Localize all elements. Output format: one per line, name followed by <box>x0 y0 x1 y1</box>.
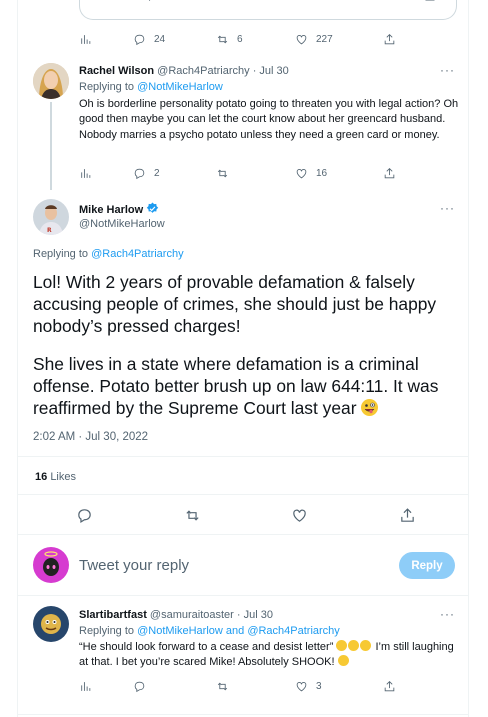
heart-icon <box>293 509 307 522</box>
author-handle[interactable]: @NotMikeHarlow <box>79 218 165 230</box>
like-count: 3 <box>316 680 322 692</box>
analytics-icon[interactable] <box>79 33 133 46</box>
reply-icon <box>78 509 91 523</box>
like-button[interactable] <box>291 507 308 529</box>
retweet-button[interactable] <box>184 507 201 529</box>
retweet-count: 6 <box>237 33 243 45</box>
heart-icon <box>296 168 307 178</box>
main-tweet-actions <box>76 507 416 529</box>
likes-count: 16 <box>35 471 48 483</box>
main-tweet-text-p1: Lol! With 2 years of provable defamation… <box>33 272 437 336</box>
author-name[interactable]: Rachel Wilson <box>79 65 154 77</box>
analytics-icon[interactable] <box>79 167 133 180</box>
likes-label: Likes <box>50 471 76 483</box>
replying-prefix: Replying to <box>79 81 138 93</box>
reply-icon[interactable] <box>146 0 158 5</box>
divider <box>17 714 469 715</box>
slarti-tweet-actions: 3 <box>79 678 399 694</box>
tweet-time[interactable]: · Jul 30 <box>237 609 273 621</box>
author-handle[interactable]: @Rach4Patriarchy <box>157 65 249 77</box>
tweet-header: Rachel Wilson @Rach4Patriarchy · Jul 30 <box>79 64 289 78</box>
author-handle[interactable]: @samuraitoaster <box>150 609 234 621</box>
avatar[interactable] <box>33 547 69 583</box>
joy-emoji-icon <box>348 640 360 651</box>
tweet-time[interactable]: · Jul 30 <box>253 65 289 77</box>
joy-emoji-icon <box>360 640 372 651</box>
reply-button[interactable]: 2 <box>133 167 216 180</box>
more-options-icon[interactable]: ··· <box>440 63 455 77</box>
replying-prefix: Replying to <box>79 625 138 637</box>
divider <box>17 595 469 596</box>
tweet-text: “He should look forward to a cease and d… <box>79 640 454 671</box>
reply-icon <box>134 168 145 179</box>
top-tweet-actions: 24 6 227 <box>79 31 399 47</box>
share-icon[interactable] <box>383 33 396 46</box>
svg-text:R: R <box>47 227 52 234</box>
retweet-button[interactable] <box>216 680 295 693</box>
tweet-subheader: @NotMikeHarlow <box>79 217 165 231</box>
tweet-header: Slartibartfast @samuraitoaster · Jul 30 <box>79 608 273 622</box>
joy-emoji-icon <box>336 640 348 651</box>
more-options-icon[interactable]: ··· <box>440 607 455 621</box>
mention-link[interactable]: @NotMikeHarlow <box>137 81 223 93</box>
share-icon[interactable] <box>424 0 436 5</box>
tweet-text-part-a: “He should look forward to a cease and d… <box>79 641 337 653</box>
mention-link[interactable]: @Rach4Patriarchy <box>247 625 339 637</box>
retweet-icon <box>217 682 228 690</box>
rachel-tweet-actions: 2 16 <box>79 165 399 181</box>
retweet-icon <box>186 510 199 521</box>
heart-icon <box>296 34 307 44</box>
like-button[interactable]: 3 <box>295 680 383 693</box>
reply-input[interactable]: Tweet your reply <box>79 557 189 574</box>
divider <box>17 456 469 457</box>
reply-button[interactable] <box>76 507 93 529</box>
main-tweet-text-p2: She lives in a state where defamation is… <box>33 354 453 419</box>
retweet-icon <box>217 169 228 177</box>
replying-and: and <box>222 625 248 637</box>
share-icon <box>401 508 414 522</box>
zany-face-emoji-icon <box>361 398 379 416</box>
share-icon[interactable] <box>383 167 396 180</box>
reply-count: 24 <box>154 33 166 45</box>
heart-icon <box>296 681 307 691</box>
thread-connector <box>50 102 52 190</box>
divider <box>17 534 469 535</box>
avatar[interactable] <box>33 606 69 642</box>
retweet-button[interactable] <box>216 167 295 180</box>
share-button[interactable] <box>399 507 416 529</box>
reply-button[interactable]: 24 <box>133 33 216 46</box>
avatar[interactable] <box>33 63 69 99</box>
reply-button[interactable] <box>133 680 216 693</box>
likes-summary[interactable]: 16 Likes <box>35 471 76 483</box>
replying-to: Replying to @NotMikeHarlow and @Rach4Pat… <box>79 625 340 637</box>
more-options-icon[interactable]: ··· <box>440 201 455 215</box>
quote-like-count: 2 <box>330 0 336 2</box>
retweet-button[interactable]: 6 <box>216 33 295 46</box>
reply-icon <box>134 681 145 692</box>
share-icon[interactable] <box>383 680 396 693</box>
retweet-icon <box>217 35 228 43</box>
mention-link[interactable]: @NotMikeHarlow <box>137 625 223 637</box>
reply-icon <box>134 34 145 45</box>
replying-to: Replying to @Rach4Patriarchy <box>33 248 184 260</box>
like-button[interactable]: 16 <box>295 167 383 180</box>
mention-link[interactable]: @Rach4Patriarchy <box>91 248 183 260</box>
like-count: 227 <box>316 33 333 45</box>
quoted-tweet-card[interactable]: 2 <box>79 0 457 20</box>
avatar[interactable]: R <box>33 199 69 235</box>
replying-to: Replying to @NotMikeHarlow <box>79 81 223 93</box>
tweet-text: Oh is borderline personality potato goin… <box>79 98 459 141</box>
grin-emoji-icon <box>337 655 349 667</box>
like-button[interactable]: 227 <box>295 33 383 46</box>
like-count: 16 <box>316 167 328 179</box>
tweet-timestamp[interactable]: 2:02 AM · Jul 30, 2022 <box>33 431 148 443</box>
author-name[interactable]: Mike Harlow <box>79 204 143 216</box>
author-name[interactable]: Slartibartfast <box>79 609 147 621</box>
reply-button[interactable]: Reply <box>399 552 455 579</box>
replying-prefix: Replying to <box>33 248 92 260</box>
reply-count: 2 <box>154 167 160 179</box>
divider <box>17 494 469 495</box>
analytics-icon[interactable] <box>79 680 133 693</box>
